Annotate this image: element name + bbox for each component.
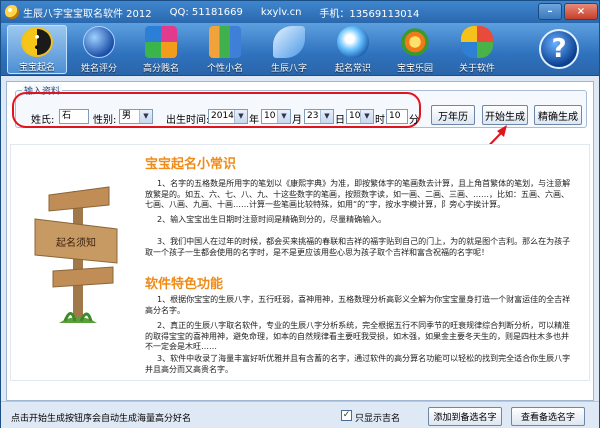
year-unit: 年 bbox=[249, 115, 259, 126]
sign-text: 起名须知 bbox=[56, 236, 96, 249]
signpost-illustration: 起名须知 bbox=[34, 186, 118, 323]
year-value: 2014 bbox=[211, 111, 234, 121]
paragraph-2: 2、输入宝宝出生日期时注意时间是精确到分的，尽量精确输入。 bbox=[157, 215, 387, 224]
tool-label: 生辰八字 bbox=[270, 64, 307, 74]
gender-label: 性别: bbox=[93, 115, 117, 126]
paragraph-6: 3、软件中收录了海量丰富好听优雅并且有含蓄的名字，通过软件的高分算名功能可以轻松… bbox=[145, 354, 571, 374]
tool-label: 个性小名 bbox=[206, 64, 243, 74]
day-unit: 日 bbox=[335, 115, 345, 126]
app-window: 生辰八字宝宝取名软件 2012 QQ: 51181669 kxylv.cn 手机… bbox=[0, 0, 600, 428]
hour-select[interactable]: 10 ▼ bbox=[346, 109, 374, 124]
birth-time-label: 出生时间: bbox=[166, 115, 210, 126]
paragraph-4: 1、根据你宝宝的生辰八字，五行旺弱，喜神用神，五格数理分析高彰义全解为你宝宝量身… bbox=[145, 295, 571, 315]
tool-bazi[interactable]: 生辰八字 bbox=[259, 25, 319, 74]
tool-help[interactable]: ? bbox=[529, 25, 589, 74]
only-auspicious-checkbox[interactable]: ✓ bbox=[341, 410, 352, 421]
minimize-button[interactable]: – bbox=[538, 3, 562, 20]
tool-paradise[interactable]: 宝宝乐园 bbox=[385, 25, 445, 74]
cubes-icon bbox=[145, 26, 177, 58]
tool-label: 关于软件 bbox=[458, 64, 495, 74]
users-icon bbox=[209, 26, 241, 58]
tool-high-score[interactable]: 高分贱名 bbox=[131, 25, 191, 74]
yin-yang-icon bbox=[21, 27, 53, 57]
month-value: 10 bbox=[264, 111, 276, 121]
close-button[interactable]: × bbox=[564, 3, 598, 20]
tool-knowledge[interactable]: 起名常识 bbox=[323, 25, 383, 74]
globe-icon bbox=[83, 26, 115, 58]
title-bar: 生辰八字宝宝取名软件 2012 QQ: 51181669 kxylv.cn 手机… bbox=[1, 1, 599, 23]
chevron-down-icon: ▼ bbox=[360, 110, 373, 123]
chevron-down-icon: ▼ bbox=[320, 110, 333, 123]
month-select[interactable]: 10 ▼ bbox=[261, 109, 291, 124]
content-area: 起名须知 宝宝起名小常识 1、名字的五格数是所用字的笔划以《康熙字典》为准，即按… bbox=[10, 144, 590, 381]
tool-label: 起名常识 bbox=[334, 64, 371, 74]
tool-label: 高分贱名 bbox=[142, 64, 179, 74]
chevron-down-icon: ▼ bbox=[234, 110, 247, 123]
help-icon: ? bbox=[539, 29, 579, 69]
tool-about[interactable]: 关于软件 bbox=[447, 25, 507, 74]
tool-label: 宝宝起名 bbox=[18, 63, 55, 73]
window-title: 生辰八字宝宝取名软件 2012 bbox=[23, 8, 152, 20]
heading-features: 软件特色功能 bbox=[145, 277, 224, 292]
precise-generate-button[interactable]: 精确生成 bbox=[534, 105, 582, 125]
main-toolbar: 宝宝起名 姓名评分 高分贱名 个性小名 生辰八字 起名常识 宝宝乐园 关于软件 bbox=[1, 23, 599, 76]
crystal-icon bbox=[337, 26, 369, 58]
view-candidates-button[interactable]: 查看备选名字 bbox=[511, 407, 585, 426]
paragraph-1: 1、名字的五格数是所用字的笔划以《康熙字典》为准，即按繁体字的笔画数去计算，且上… bbox=[145, 179, 571, 209]
flower-icon bbox=[399, 26, 431, 58]
chevron-down-icon: ▼ bbox=[139, 110, 152, 123]
gender-value: 男 bbox=[122, 111, 132, 121]
day-value: 23 bbox=[307, 111, 319, 121]
tool-baby-naming[interactable]: 宝宝起名 bbox=[7, 25, 67, 74]
status-hint: 点击开始生成按钮序会自动生成海量高分好名 bbox=[11, 414, 192, 424]
tool-label: 宝宝乐园 bbox=[396, 64, 433, 74]
wing-icon bbox=[273, 26, 305, 58]
surname-label: 姓氏: bbox=[31, 115, 55, 126]
minute-select[interactable]: 10 bbox=[386, 109, 408, 124]
chevron-down-icon: ▼ bbox=[277, 110, 290, 123]
hour-value: 10 bbox=[349, 111, 361, 121]
app-logo-icon bbox=[5, 5, 19, 19]
minute-value: 10 bbox=[389, 111, 401, 121]
gender-select[interactable]: 男 ▼ bbox=[119, 109, 153, 124]
surname-input[interactable]: 石 bbox=[59, 109, 89, 124]
month-unit: 月 bbox=[292, 115, 302, 126]
day-select[interactable]: 23 ▼ bbox=[304, 109, 334, 124]
qq-text: QQ: 51181669 bbox=[169, 6, 243, 18]
tool-nickname[interactable]: 个性小名 bbox=[195, 25, 255, 74]
site-text: kxylv.cn bbox=[260, 6, 302, 18]
add-to-candidates-button[interactable]: 添加到备选名字 bbox=[428, 407, 502, 426]
status-bar: 点击开始生成按钮序会自动生成海量高分好名 ✓ 只显示吉名 添加到备选名字 查看备… bbox=[1, 401, 599, 428]
paragraph-5: 2、真正的生辰八字取名软件，专业的生辰八字分析系统，完全根据五行不同季节的旺衰规… bbox=[145, 321, 571, 351]
butterfly-icon bbox=[461, 26, 493, 58]
tool-name-score[interactable]: 姓名评分 bbox=[69, 25, 129, 74]
minute-unit: 分 bbox=[409, 115, 419, 126]
only-auspicious-label: 只显示吉名 bbox=[355, 414, 401, 424]
heading-naming-knowledge: 宝宝起名小常识 bbox=[145, 157, 237, 172]
hour-unit: 时 bbox=[375, 115, 385, 126]
tool-label: 姓名评分 bbox=[80, 64, 117, 74]
year-select[interactable]: 2014 ▼ bbox=[208, 109, 248, 124]
phone-text: 手机：13569113014 bbox=[319, 8, 420, 20]
paragraph-3: 3、我们中国人在过年的时候，都会买来挑福的春联和吉祥的福字贴到自己的门上，为的就… bbox=[145, 237, 571, 257]
